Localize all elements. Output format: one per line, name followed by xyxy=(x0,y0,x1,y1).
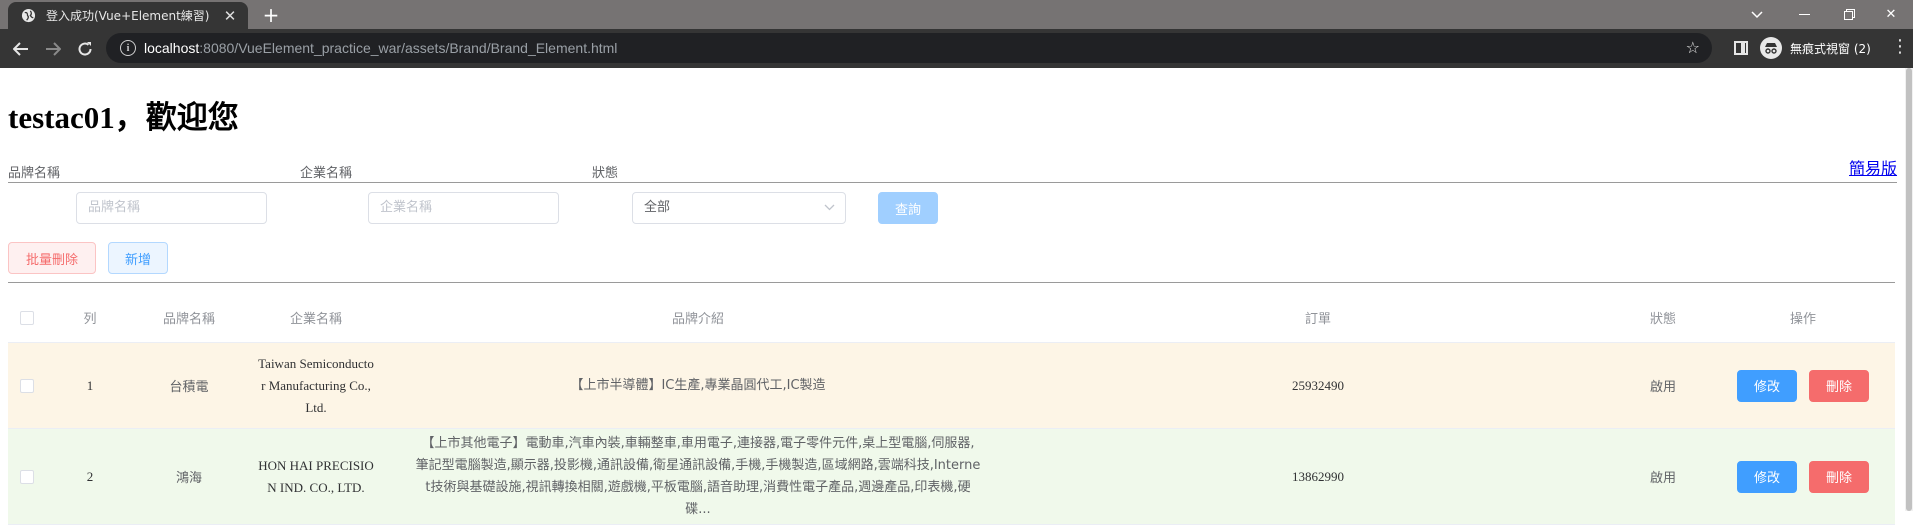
side-panel-icon[interactable] xyxy=(1734,41,1748,55)
tab-title: 登入成功(Vue+Element練習) xyxy=(46,9,210,23)
forward-icon[interactable] xyxy=(40,36,66,62)
new-tab-icon[interactable]: + xyxy=(258,2,284,28)
bookmark-star-icon[interactable]: ☆ xyxy=(1686,38,1700,57)
delete-button[interactable]: 刪除 xyxy=(1809,460,1869,493)
select-all-checkbox[interactable] xyxy=(20,310,34,325)
edit-button[interactable]: 修改 xyxy=(1737,369,1797,402)
incognito-indicator[interactable]: 無痕式視窗 (2) xyxy=(1760,35,1900,61)
chevron-down-icon xyxy=(824,193,835,223)
company-name-label: 企業名稱 xyxy=(300,166,353,181)
row-index: 2 xyxy=(86,468,94,484)
row-checkbox[interactable] xyxy=(20,378,34,393)
reload-icon[interactable] xyxy=(72,36,98,62)
header-operation: 操作 xyxy=(1789,312,1816,327)
address-bar[interactable]: i localhost:8080/VueElement_practice_war… xyxy=(106,33,1712,63)
query-button[interactable]: 查詢 xyxy=(878,192,938,224)
brand-name-label: 品牌名稱 xyxy=(8,166,61,181)
browser-tab[interactable]: 登入成功(Vue+Element練習) ✕ xyxy=(8,2,248,29)
delete-button[interactable]: 刪除 xyxy=(1809,369,1869,402)
incognito-label: 無痕式視窗 (2) xyxy=(1790,41,1871,56)
row-company: HON HAI PRECISIO N IND. CO., LTD. xyxy=(258,457,374,495)
status-select-value: 全部 xyxy=(644,200,671,215)
restore-icon[interactable] xyxy=(1827,0,1871,29)
back-icon[interactable] xyxy=(8,36,34,62)
row-checkbox[interactable] xyxy=(20,469,34,484)
header-description: 品牌介紹 xyxy=(671,312,724,327)
add-button[interactable]: 新增 xyxy=(108,242,168,274)
row-brand: 鴻海 xyxy=(175,471,202,486)
table-row: 1 台積電 Taiwan Semiconducto r Manufacturin… xyxy=(8,343,1895,429)
company-name-input[interactable]: 企業名稱 xyxy=(368,192,559,224)
page-scrollbar[interactable] xyxy=(1905,68,1913,511)
header-brand: 品牌名稱 xyxy=(162,312,215,327)
header-index: 列 xyxy=(83,312,97,327)
tab-search-icon[interactable] xyxy=(1735,0,1779,29)
divider xyxy=(8,282,1895,283)
more-menu-icon[interactable]: ⋮ xyxy=(1891,36,1909,57)
row-operations: 修改 刪除 xyxy=(1713,429,1893,524)
welcome-heading: testac01，歡迎您 xyxy=(8,100,239,135)
table-header-row: 列 品牌名稱 企業名稱 品牌介紹 訂單 狀態 操作 xyxy=(8,293,1895,343)
incognito-icon xyxy=(1760,37,1782,59)
close-tab-icon[interactable]: ✕ xyxy=(220,6,240,26)
site-info-icon[interactable]: i xyxy=(120,40,136,56)
close-window-icon[interactable]: ✕ xyxy=(1869,0,1913,29)
browser-toolbar: i localhost:8080/VueElement_practice_war… xyxy=(0,29,1913,68)
page-content: testac01，歡迎您 簡易版 品牌名稱 品牌名稱 企業名稱 企業名稱 狀態 … xyxy=(0,68,1913,525)
row-description: 【上市其他電子】電動車,汽車內裝,車輛整車,車用電子,連接器,電子零件元件,桌上… xyxy=(415,436,981,517)
row-company: Taiwan Semiconducto r Manufacturing Co.,… xyxy=(258,355,374,415)
row-brand: 台積電 xyxy=(169,380,209,395)
batch-delete-button[interactable]: 批量刪除 xyxy=(8,242,96,274)
row-order: 25932490 xyxy=(1292,377,1344,393)
edit-button[interactable]: 修改 xyxy=(1737,460,1797,493)
globe-icon xyxy=(20,8,36,24)
url-text: localhost:8080/VueElement_practice_war/a… xyxy=(144,40,618,56)
header-order: 訂單 xyxy=(1304,312,1331,327)
divider xyxy=(8,182,1897,183)
brand-name-input[interactable]: 品牌名稱 xyxy=(76,192,267,224)
row-operations: 修改 刪除 xyxy=(1713,343,1893,428)
row-order: 13862990 xyxy=(1292,468,1344,484)
browser-tab-strip: 登入成功(Vue+Element練習) ✕ + ✕ xyxy=(0,0,1913,29)
status-select[interactable]: 全部 xyxy=(632,192,846,224)
scrollbar-thumb[interactable] xyxy=(1906,68,1912,511)
simple-version-link[interactable]: 簡易版 xyxy=(1849,155,1897,179)
row-description: 【上市半導體】IC生產,專業晶圓代工,IC製造 xyxy=(570,377,826,393)
minimize-icon[interactable] xyxy=(1782,0,1826,29)
row-index: 1 xyxy=(86,377,94,393)
status-label: 狀態 xyxy=(592,166,619,181)
header-company: 企業名稱 xyxy=(289,312,342,327)
